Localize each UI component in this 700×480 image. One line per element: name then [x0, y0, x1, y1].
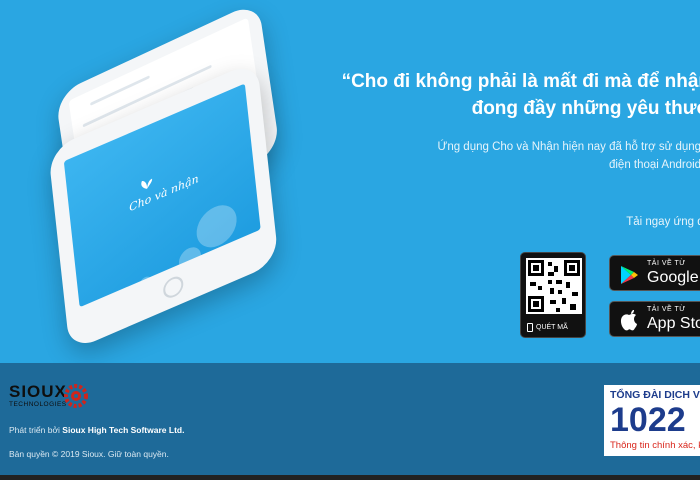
download-label: Tải ngay ứng dụ — [626, 216, 700, 228]
phone-icon — [527, 323, 533, 332]
sioux-logo[interactable]: SIOUX TECHNOLOGIES — [9, 382, 67, 409]
developer-prefix: Phát triển bởi — [9, 425, 63, 435]
leaf-logo-icon — [141, 178, 153, 189]
hero-section: Cho và nhận “Cho đi không phải là mất đi… — [0, 0, 700, 363]
qr-code-badge[interactable]: QUÉT MÃ — [520, 252, 586, 338]
hero-description: Ứng dụng Cho và Nhận hiện nay đã hỗ trợ … — [410, 138, 700, 174]
developer-company: Sioux High Tech Software Ltd. — [62, 425, 185, 435]
hotline-number: 1022 — [610, 401, 686, 439]
bottom-bar — [0, 475, 700, 480]
app-store-big-text: App Sto — [647, 315, 700, 332]
quote-line-1: “Cho đi không phải là mất đi mà để nhận — [341, 71, 700, 92]
hotline-subtitle: Thông tin chính xác, k — [610, 440, 700, 451]
sioux-logo-sub: TECHNOLOGIES — [9, 401, 67, 408]
hotline-title: TỔNG ĐÀI DỊCH VỤ C — [610, 389, 700, 401]
quote-line-2: đong đầy những yêu thươ — [471, 98, 700, 119]
apple-icon — [620, 310, 637, 331]
home-button — [162, 273, 185, 302]
qr-code-icon — [526, 258, 582, 314]
hero-quote: “Cho đi không phải là mất đi mà để nhận … — [310, 68, 700, 122]
desc-line-2: điện thoại Android v — [608, 159, 700, 171]
app-store-small-text: TẢI VỀ TỪ — [647, 306, 686, 313]
developer-credit: Phát triển bởi Sioux High Tech Software … — [9, 425, 184, 435]
sioux-gear-icon — [64, 384, 88, 408]
desc-line-1: Ứng dụng Cho và Nhận hiện nay đã hỗ trợ … — [437, 141, 700, 153]
app-store-button[interactable]: TẢI VỀ TỪ App Sto — [609, 301, 700, 337]
qr-caption-text: QUÉT MÃ — [536, 324, 568, 331]
copyright: Bản quyền © 2019 Sioux. Giữ toàn quyền. — [9, 449, 169, 459]
qr-caption: QUÉT MÃ — [527, 323, 568, 332]
google-play-button[interactable]: TẢI VỀ TỪ Google P — [609, 255, 700, 291]
hotline-banner[interactable]: TỔNG ĐÀI DỊCH VỤ C 1022 Thông tin chính … — [604, 385, 700, 456]
sioux-logo-word: SIOUX — [9, 382, 67, 401]
google-play-big-text: Google P — [647, 269, 700, 286]
google-play-small-text: TẢI VỀ TỪ — [647, 260, 686, 267]
footer: SIOUX TECHNOLOGIES Phát triển bởi Sioux … — [0, 363, 700, 480]
google-play-icon — [621, 266, 638, 284]
